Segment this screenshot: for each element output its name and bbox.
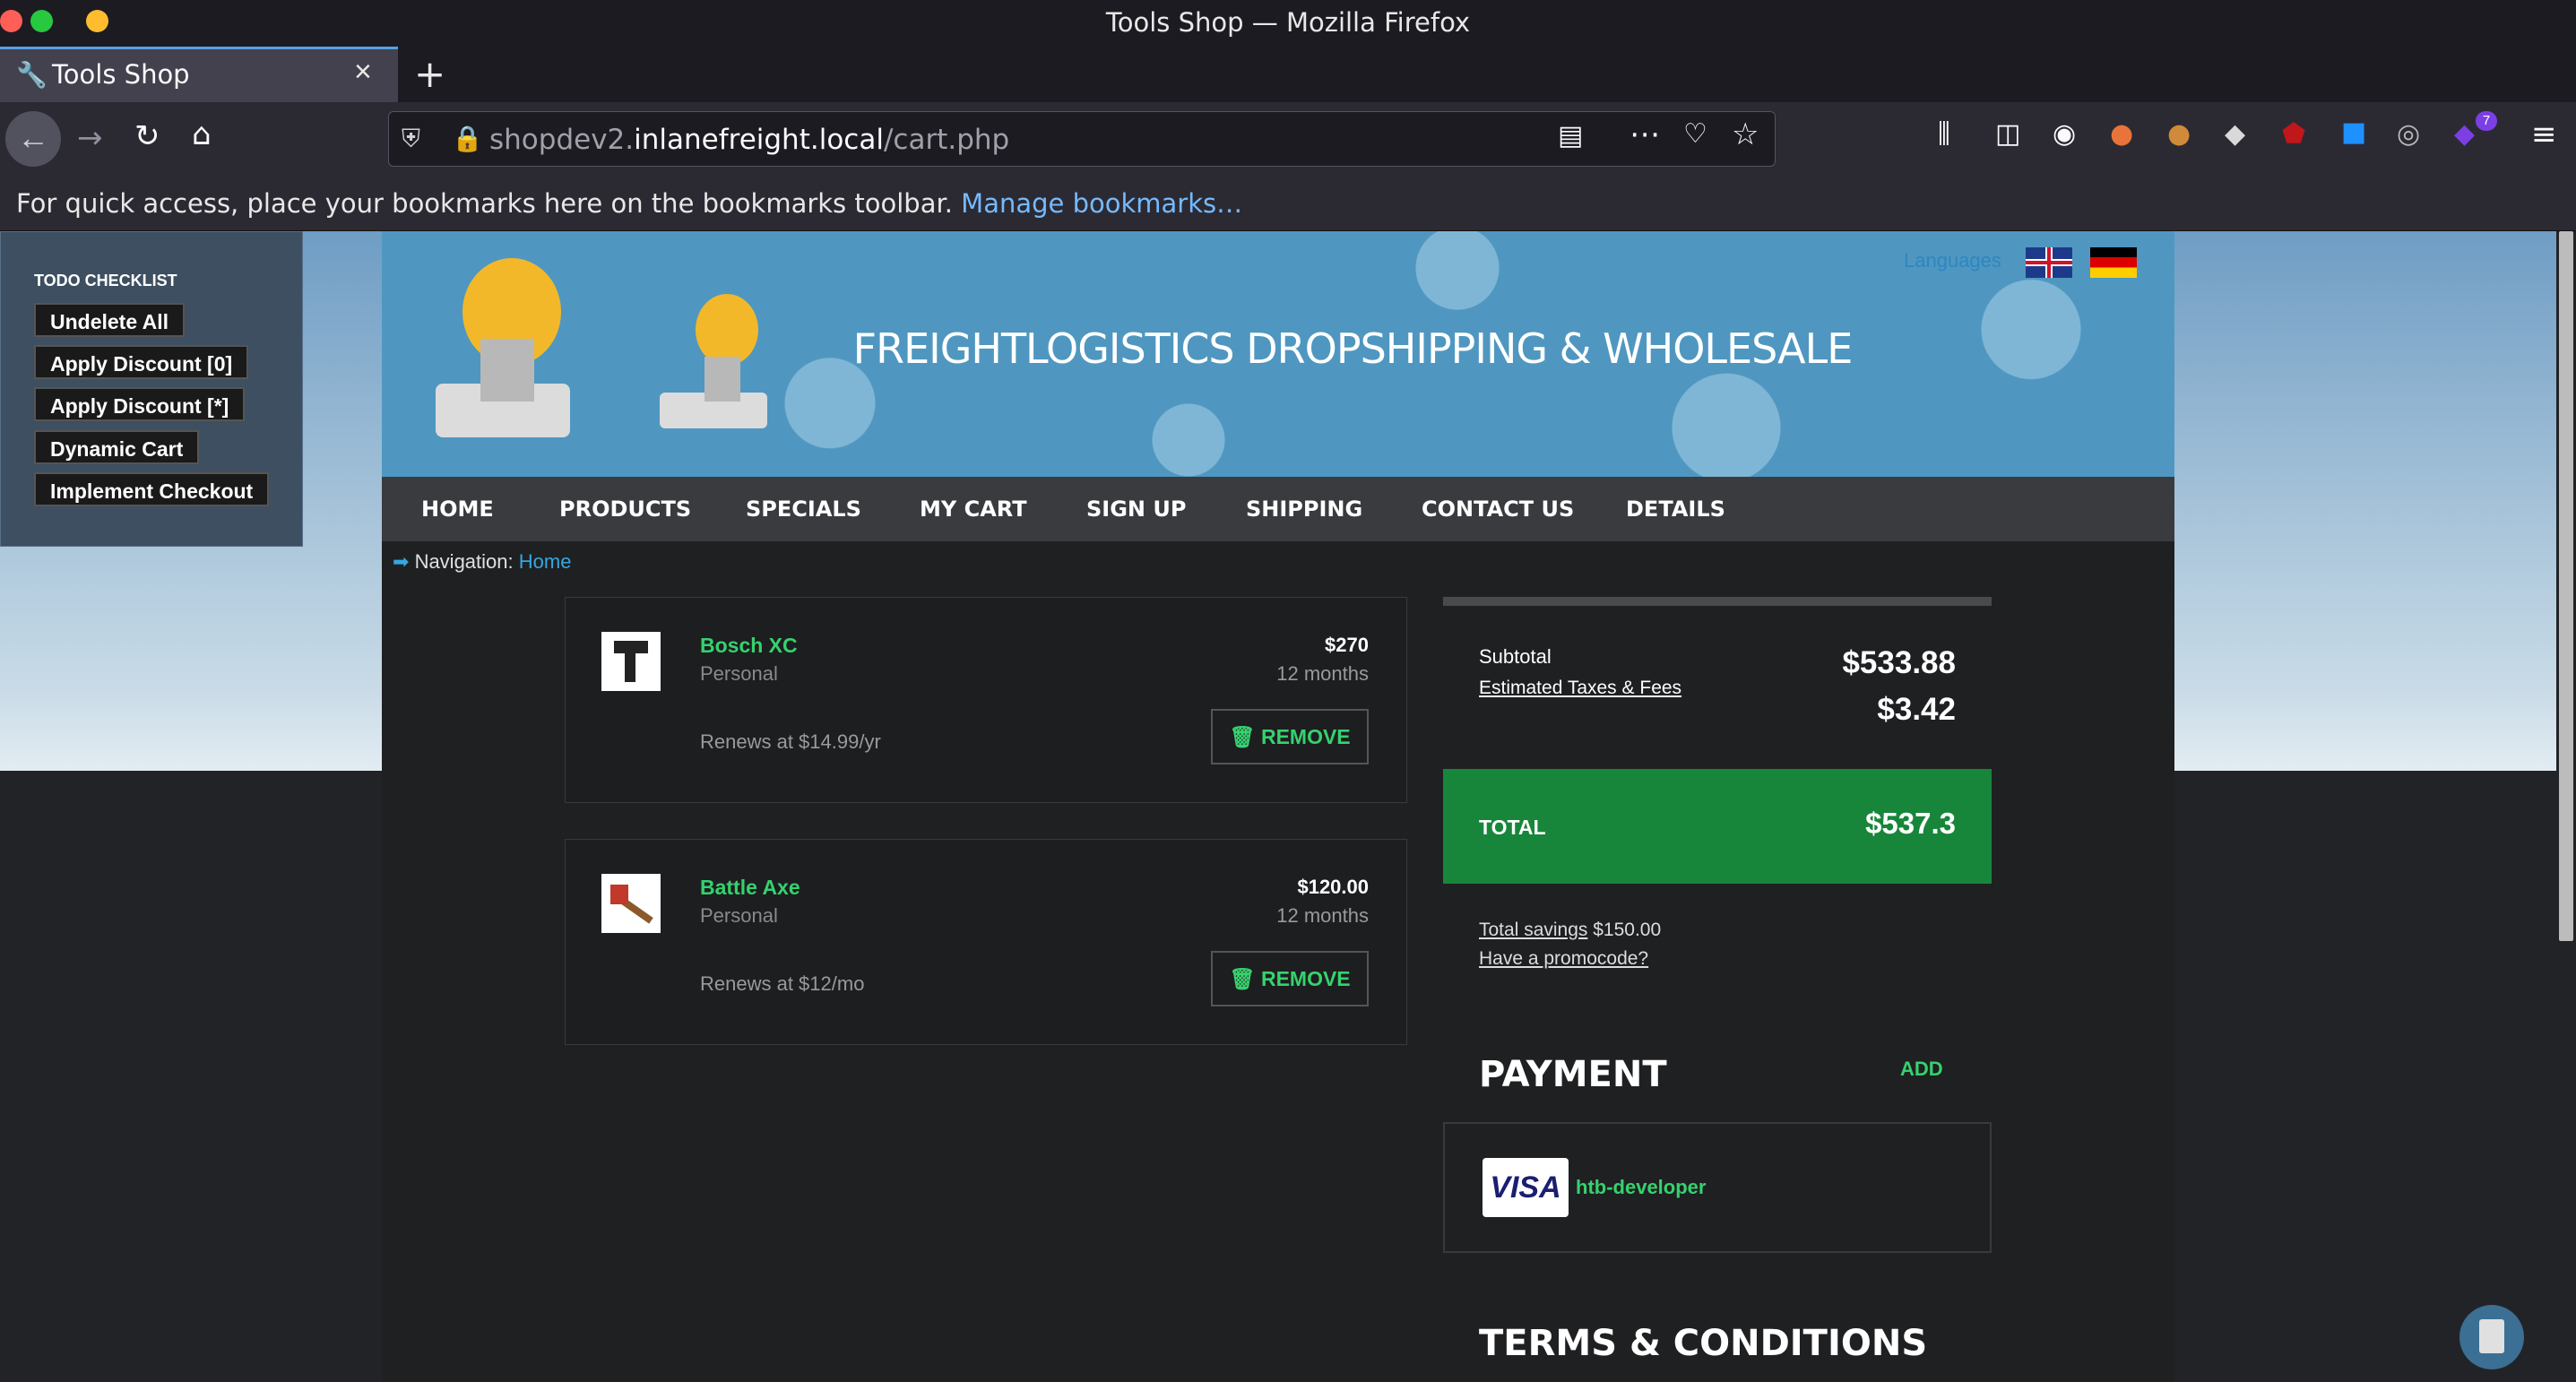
menu-contact-us[interactable]: CONTACT US [1422,497,1574,522]
menu-details[interactable]: DETAILS [1626,497,1725,522]
menu-home[interactable]: HOME [421,497,494,522]
item-price: $120.00 [1297,876,1369,898]
forward-button[interactable]: → [77,120,103,156]
sidebar-icon[interactable]: ◫ [1995,118,2020,150]
back-button[interactable]: ← [5,111,61,167]
url-domain: inlanefreight.local [634,124,884,156]
page-actions-icon[interactable]: ⋯ [1629,117,1660,152]
apply-discount-star-button[interactable]: Apply Discount [*] [34,387,246,421]
todo-title: TODO CHECKLIST [34,272,177,289]
tab-close-icon[interactable]: × [354,55,372,90]
undelete-all-button[interactable]: Undelete All [34,303,186,337]
taxes-value: $3.42 [1877,692,1956,727]
url-subdomain: shopdev2. [489,124,635,156]
subtotal-value: $533.88 [1842,645,1956,680]
account-icon[interactable]: ◉ [2053,118,2076,150]
item-renewal: Renews at $12/mo [700,972,865,995]
dynamic-cart-button[interactable]: Dynamic Cart [34,430,200,464]
item-name[interactable]: Battle Axe [700,876,800,900]
extension-s-icon[interactable]: ■ [2341,117,2366,148]
payment-card-name: htb-developer [1576,1176,1707,1198]
menu-my-cart[interactable]: MY CART [920,497,1027,522]
item-plan: Personal [700,904,778,927]
wrench-icon: 🔧 [16,61,48,89]
taxes-fees-link[interactable]: Estimated Taxes & Fees [1479,678,1681,699]
cart-item: Bosch XC Personal $270 12 months Renews … [565,597,1407,803]
product-thumbnail-drill [601,632,661,691]
menu-specials[interactable]: SPECIALS [746,497,861,522]
summary-divider [1443,597,1992,606]
cart-item: Battle Axe Personal $120.00 12 months Re… [565,839,1407,1045]
library-icon[interactable]: ⫼ [1938,118,1950,150]
tab-tools-shop[interactable]: 🔧 Tools Shop × [0,47,398,102]
terms-heading: TERMS & CONDITIONS [1479,1323,1928,1364]
apply-discount-0-button[interactable]: Apply Discount [0] [34,345,249,379]
uk-flag-icon[interactable] [2026,247,2072,278]
clipboard-icon [2479,1319,2504,1353]
site-title: FREIGHTLOGISTICS DROPSHIPPING & WHOLESAL… [852,324,1854,373]
extension-mask-icon[interactable]: ◎ [2397,118,2420,150]
pocket-icon[interactable]: ♡ [1683,118,1707,150]
arrow-right-icon: ➡ [393,550,410,573]
item-name[interactable]: Bosch XC [700,634,798,658]
clipboard-button[interactable] [2459,1305,2524,1369]
extension-wappalyzer-icon[interactable]: ◆ [2225,118,2245,150]
subtotal-label: Subtotal [1479,645,1552,668]
window-title: Tools Shop — Mozilla Firefox [1105,7,1471,38]
extension-badge: 7 [2476,111,2497,131]
shield-icon[interactable]: ⛨ [402,124,420,154]
url-text[interactable]: shopdev2.inlanefreight.local/cart.php [489,124,1009,156]
total-savings-value: $150.00 [1593,920,1662,940]
remove-label: REMOVE [1260,725,1351,748]
scrollbar-thumb[interactable] [2559,231,2573,941]
item-term: 12 months [1276,662,1369,685]
germany-flag-icon[interactable] [2090,247,2137,278]
promocode-link[interactable]: Have a promocode? [1479,948,1648,970]
manage-bookmarks-link[interactable]: Manage bookmarks… [961,188,1242,219]
remove-button[interactable]: 🗑 REMOVE [1211,951,1369,1006]
breadcrumb-home-link[interactable]: Home [519,550,572,573]
implement-checkout-button[interactable]: Implement Checkout [34,472,270,506]
item-plan: Personal [700,662,778,685]
extension-cookie-icon[interactable]: ● [2167,118,2191,150]
menu-sign-up[interactable]: SIGN UP [1086,497,1186,522]
insecure-lock-icon[interactable]: 🔒 [452,124,483,153]
item-price: $270 [1325,634,1369,656]
bookmarks-message: For quick access, place your bookmarks h… [16,188,1242,219]
tab-title: Tools Shop [52,59,190,90]
total-label: TOTAL [1479,816,1546,839]
extension-purple-icon[interactable]: ◆ [2454,118,2475,150]
breadcrumb-label: Navigation: [414,550,514,573]
bookmarks-hint: For quick access, place your bookmarks h… [16,188,953,219]
add-payment-button[interactable]: ADD [1900,1058,1943,1081]
remove-button[interactable]: 🗑 REMOVE [1211,709,1369,764]
extension-ublock-icon[interactable]: ⬟ [2282,118,2305,150]
reload-button[interactable]: ↻ [134,118,160,154]
payment-heading: PAYMENT [1479,1054,1667,1095]
item-renewal: Renews at $14.99/yr [700,730,881,753]
product-thumbnail-axe [601,874,661,933]
remove-label: REMOVE [1260,967,1351,990]
total-savings-link[interactable]: Total savings [1479,920,1587,940]
home-button[interactable]: ⌂ [192,117,212,152]
total-savings: Total savings $150.00 [1479,920,1661,941]
total-value: $537.3 [1865,807,1956,840]
languages-label: Languages [1904,249,2001,272]
menu-shipping[interactable]: SHIPPING [1246,497,1362,522]
new-tab-button[interactable]: + [414,52,445,96]
url-path: /cart.php [883,124,1010,156]
menu-products[interactable]: PRODUCTS [559,497,691,522]
reader-view-icon[interactable]: ▤ [1558,120,1583,151]
trash-icon: 🗑 [1229,967,1261,990]
visa-card-icon: VISA [1482,1158,1569,1217]
breadcrumb: ➡ Navigation: Home [393,550,571,574]
menu-hamburger-icon[interactable]: ≡ [2531,117,2557,152]
trash-icon: 🗑 [1229,725,1261,748]
bookmark-star-icon[interactable]: ☆ [1732,117,1759,152]
extension-foxyproxy-icon[interactable]: ● [2110,118,2133,150]
item-term: 12 months [1276,904,1369,927]
